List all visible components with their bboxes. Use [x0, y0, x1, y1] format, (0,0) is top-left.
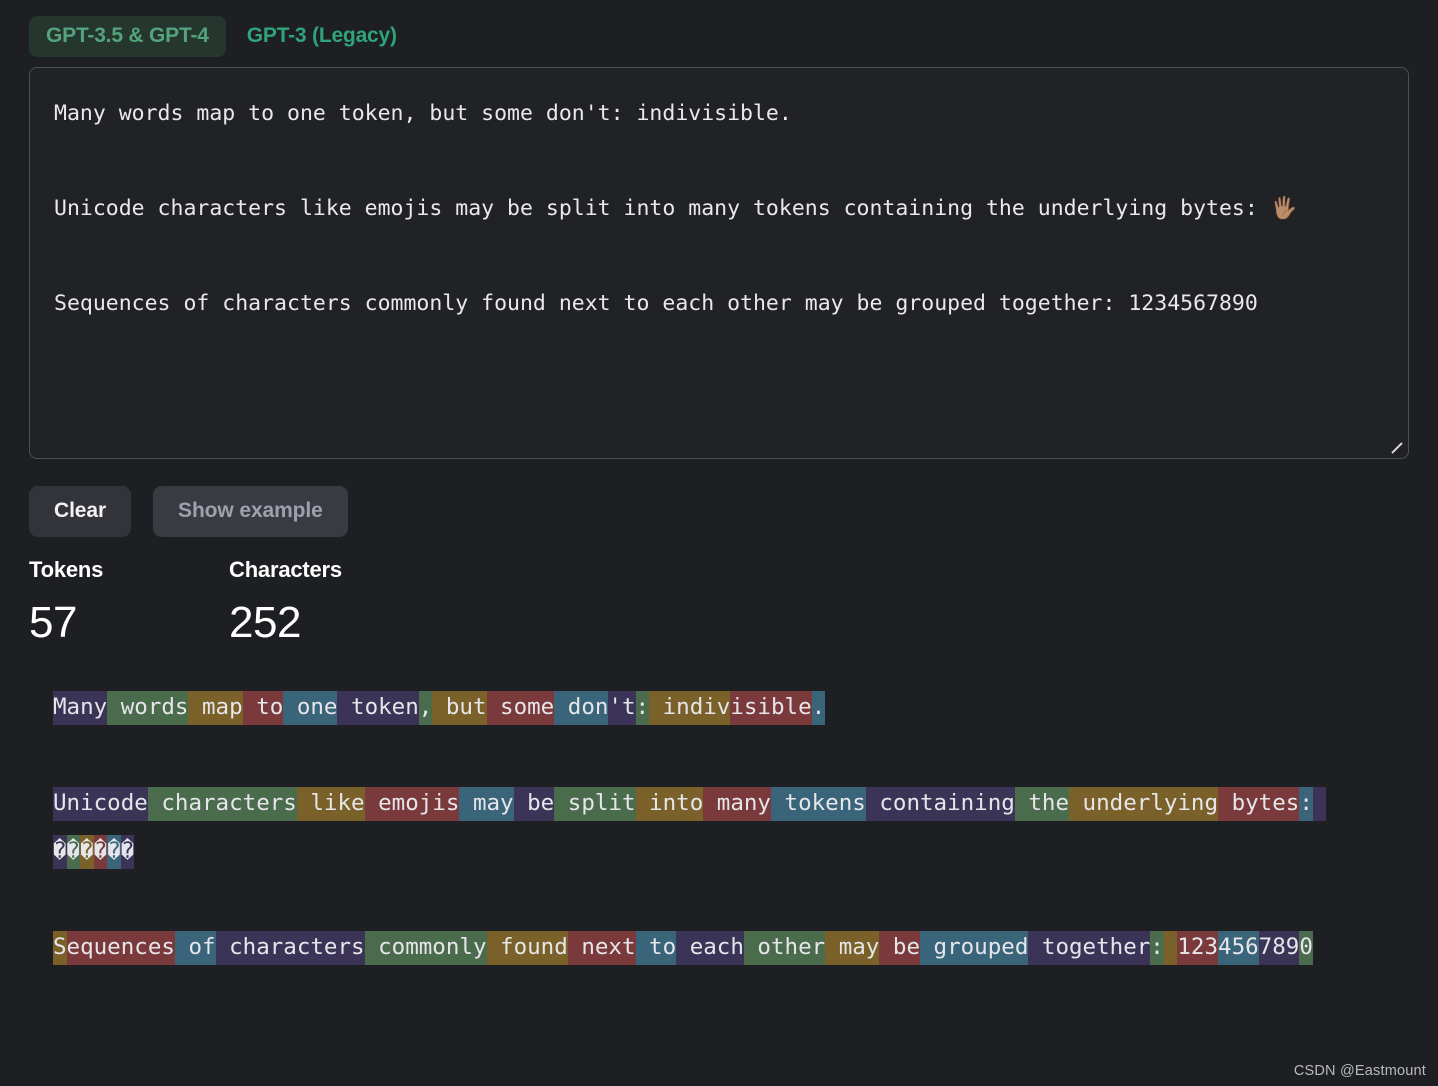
token: emojis: [365, 787, 460, 821]
token: �: [121, 835, 135, 869]
token: Many: [53, 691, 107, 725]
token: don: [554, 691, 608, 725]
token: each: [676, 931, 744, 965]
token: like: [297, 787, 365, 821]
token: commonly: [365, 931, 487, 965]
token: :: [1150, 931, 1164, 965]
model-tab-bar: GPT-3.5 & GPT-4 GPT-3 (Legacy): [0, 0, 1438, 58]
token: 789: [1259, 931, 1300, 965]
token: indiv: [649, 691, 730, 725]
token: to: [243, 691, 284, 725]
token: characters: [216, 931, 365, 965]
watermark-label: CSDN @Eastmount: [1294, 1063, 1426, 1079]
characters-count: 252: [229, 601, 429, 645]
stat-tokens: Tokens 57: [29, 559, 229, 645]
token: isible: [730, 691, 811, 725]
token-paragraph-break: [53, 731, 1343, 779]
token: into: [636, 787, 704, 821]
token: many: [703, 787, 771, 821]
token: underlying: [1069, 787, 1218, 821]
token: 456: [1218, 931, 1259, 965]
token: may: [825, 931, 879, 965]
token: bytes: [1218, 787, 1299, 821]
stat-characters: Characters 252: [229, 559, 429, 645]
token: �: [107, 835, 121, 869]
token: �: [94, 835, 108, 869]
token: split: [554, 787, 635, 821]
token: �: [67, 835, 81, 869]
token: be: [879, 931, 920, 965]
token: next: [568, 931, 636, 965]
textarea-resize-handle[interactable]: [1389, 440, 1405, 456]
token-paragraph-break: [53, 875, 1343, 923]
token: of: [175, 931, 216, 965]
editor-container: Many words map to one token, but some do…: [29, 67, 1409, 459]
tokens-count: 57: [29, 601, 229, 645]
show-example-button[interactable]: Show example: [153, 486, 348, 537]
tab-gpt35-gpt4[interactable]: GPT-3.5 & GPT-4: [29, 16, 226, 57]
token: S: [53, 931, 67, 965]
characters-label: Characters: [229, 559, 429, 581]
token: :: [1299, 787, 1313, 821]
token: the: [1015, 787, 1069, 821]
token: ,: [419, 691, 433, 725]
tab-gpt3-legacy[interactable]: GPT-3 (Legacy): [230, 16, 414, 57]
tokens-label: Tokens: [29, 559, 229, 581]
token: Unicode: [53, 787, 148, 821]
token: grouped: [920, 931, 1028, 965]
token: characters: [148, 787, 297, 821]
token: equences: [67, 931, 175, 965]
token: together: [1028, 931, 1150, 965]
token: .: [812, 691, 826, 725]
clear-button[interactable]: Clear: [29, 486, 131, 537]
token: but: [432, 691, 486, 725]
token: may: [459, 787, 513, 821]
token: some: [487, 691, 555, 725]
token: 't: [608, 691, 635, 725]
token: words: [107, 691, 188, 725]
stats-row: Tokens 57 Characters 252: [0, 537, 1438, 645]
text-input-area[interactable]: Many words map to one token, but some do…: [29, 67, 1409, 459]
token: one: [283, 691, 337, 725]
token: 123: [1177, 931, 1218, 965]
token: tokens: [771, 787, 866, 821]
token: to: [636, 931, 677, 965]
token: token: [337, 691, 418, 725]
token: 0: [1299, 931, 1313, 965]
token: [1164, 931, 1178, 965]
token: :: [636, 691, 650, 725]
token: other: [744, 931, 825, 965]
token: containing: [866, 787, 1015, 821]
token: be: [514, 787, 555, 821]
token: �: [80, 835, 94, 869]
token: found: [487, 931, 568, 965]
action-button-row: Clear Show example: [0, 459, 1438, 537]
token: map: [188, 691, 242, 725]
tokenized-text-output: Many words map to one token, but some do…: [53, 683, 1343, 971]
